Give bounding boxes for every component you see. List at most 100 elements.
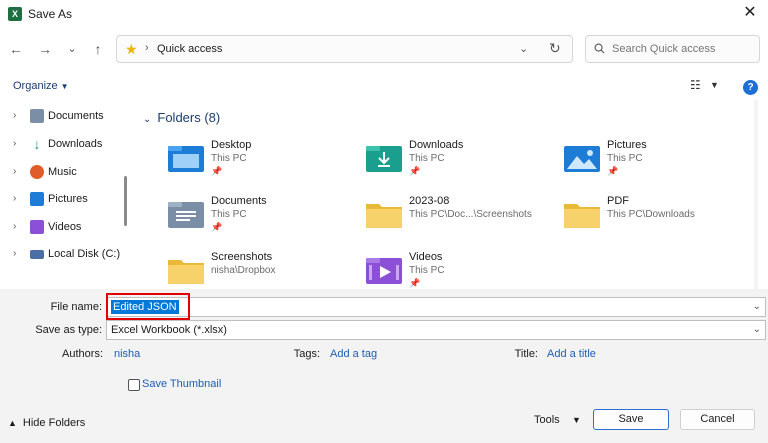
sidebar-item-label: Documents — [48, 110, 104, 122]
music-icon — [30, 165, 44, 179]
sidebar-item-local-disk[interactable]: › Local Disk (C:) — [0, 243, 125, 267]
folder-tile-videos[interactable]: Videos This PC 📌 — [365, 250, 560, 289]
folder-name: Screenshots — [211, 251, 273, 263]
save-as-type-select[interactable]: Excel Workbook (*.xlsx) ⌄ — [106, 320, 766, 340]
pin-icon: 📌 — [211, 222, 223, 232]
pictures-icon — [30, 192, 44, 206]
chevron-down-icon: ⌄ — [143, 114, 152, 125]
chevron-down-icon[interactable]: ⌄ — [753, 301, 761, 312]
folder-location: This PC — [409, 265, 445, 276]
add-title-link[interactable]: Add a title — [547, 348, 596, 360]
navigation-bar: ← → ⌄ ↑ ★ › Quick access ⌄ ↻ — [0, 30, 768, 68]
refresh-icon[interactable]: ↻ — [549, 40, 561, 57]
hide-folders-button[interactable]: ▲ Hide Folders — [8, 417, 85, 429]
folder-location: This PC — [607, 153, 643, 164]
filename-input[interactable]: Edited JSON ⌄ — [106, 297, 766, 317]
chevron-down-icon[interactable]: ⌄ — [753, 324, 761, 335]
title-bar: X Save As ✕ — [0, 0, 768, 28]
videos-folder-icon — [366, 258, 402, 284]
chevron-down-icon[interactable]: ⌄ — [519, 42, 528, 55]
sidebar-item-label: Music — [48, 166, 77, 178]
documents-folder-icon — [168, 202, 204, 228]
authors-value[interactable]: nisha — [114, 348, 140, 360]
search-box[interactable] — [585, 35, 760, 63]
window-title: Save As — [28, 7, 73, 21]
desktop-folder-icon — [168, 146, 204, 172]
content-scrollbar[interactable] — [754, 100, 758, 289]
folder-tile-downloads[interactable]: Downloads This PC 📌 — [365, 138, 560, 188]
up-button[interactable]: ↑ — [88, 39, 108, 59]
tools-button[interactable]: Tools — [534, 414, 560, 426]
excel-icon: X — [8, 7, 22, 21]
folder-name: Downloads — [409, 139, 464, 151]
folder-icon — [564, 204, 600, 228]
address-text: Quick access — [157, 43, 223, 55]
forward-button[interactable]: → — [35, 39, 55, 59]
chevron-right-icon[interactable]: › — [13, 248, 16, 259]
folder-tile-2023-08[interactable]: 2023-08 This PC\Doc...\Screenshots — [365, 194, 560, 244]
folder-view: ⌄ Folders (8) Desktop This PC 📌 Downloads… — [133, 100, 758, 289]
sidebar-item-pictures[interactable]: › Pictures — [0, 188, 125, 212]
chevron-right-icon: › — [145, 42, 149, 54]
organize-button[interactable]: Organize ▼ — [13, 80, 69, 92]
hide-folders-label: Hide Folders — [22, 417, 86, 429]
folder-name: PDF — [607, 195, 629, 207]
title-label: Title: — [514, 348, 538, 360]
organize-label: Organize — [13, 80, 58, 92]
folders-group-header[interactable]: ⌄ Folders (8) — [143, 110, 220, 125]
caret-down-icon[interactable]: ▼ — [710, 80, 719, 90]
chevron-right-icon[interactable]: › — [13, 193, 16, 204]
folder-location: This PC — [211, 209, 247, 220]
sidebar-item-documents[interactable]: › Documents — [0, 105, 125, 129]
pin-icon: 📌 — [409, 278, 421, 288]
back-button[interactable]: ← — [6, 39, 26, 59]
folder-location: This PC — [211, 153, 247, 164]
downloads-folder-icon — [366, 146, 402, 172]
folder-name: Documents — [211, 195, 267, 207]
search-icon — [594, 43, 605, 54]
sidebar-item-label: Pictures — [48, 193, 88, 205]
folder-icon — [366, 204, 402, 228]
folder-tile-documents[interactable]: Documents This PC 📌 — [167, 194, 362, 244]
sidebar-item-label: Videos — [48, 221, 82, 233]
caret-down-icon[interactable]: ▼ — [572, 415, 581, 425]
add-tag-link[interactable]: Add a tag — [330, 348, 377, 360]
sidebar-scrollbar[interactable] — [124, 176, 127, 226]
sidebar-item-music[interactable]: › Music — [0, 161, 125, 185]
filename-label: File name: — [50, 301, 102, 313]
sidebar-item-downloads[interactable]: › ↓ Downloads — [0, 133, 125, 157]
authors-label: Authors: — [62, 348, 103, 360]
recent-locations-button[interactable]: ⌄ — [62, 39, 82, 59]
chevron-right-icon[interactable]: › — [13, 138, 16, 149]
save-thumbnail-label[interactable]: Save Thumbnail — [142, 378, 221, 390]
save-as-type-value: Excel Workbook (*.xlsx) — [111, 324, 227, 336]
folder-location: This PC\Doc...\Screenshots — [409, 209, 532, 220]
close-button[interactable]: ✕ — [732, 0, 768, 28]
pin-icon: 📌 — [211, 166, 223, 176]
save-thumbnail-checkbox[interactable] — [128, 379, 140, 391]
save-button[interactable]: Save — [593, 409, 669, 430]
address-bar[interactable]: ★ › Quick access ⌄ ↻ — [116, 35, 573, 63]
pictures-folder-icon — [564, 146, 600, 172]
sidebar-item-videos[interactable]: › Videos — [0, 216, 125, 240]
folder-icon — [168, 260, 204, 284]
folder-name: Videos — [409, 251, 443, 263]
folder-tile-pdf[interactable]: PDF This PC\Downloads — [563, 194, 758, 244]
help-icon[interactable]: ? — [743, 80, 758, 95]
folder-name: 2023-08 — [409, 195, 450, 207]
folder-tile-screenshots[interactable]: Screenshots nisha\Dropbox — [167, 250, 362, 289]
folder-tile-pictures[interactable]: Pictures This PC 📌 — [563, 138, 758, 188]
folder-tile-desktop[interactable]: Desktop This PC 📌 — [167, 138, 362, 188]
chevron-right-icon[interactable]: › — [13, 166, 16, 177]
search-input[interactable] — [612, 41, 752, 57]
sidebar-item-label: Downloads — [48, 138, 103, 150]
star-icon: ★ — [125, 41, 138, 57]
folder-location: This PC\Downloads — [607, 209, 695, 220]
pin-icon: 📌 — [607, 166, 619, 176]
dialog-footer: ▲ Hide Folders Tools ▼ Save Cancel — [0, 399, 768, 443]
chevron-right-icon[interactable]: › — [13, 221, 16, 232]
sidebar-item-label: Local Disk (C:) — [48, 248, 121, 260]
cancel-button[interactable]: Cancel — [680, 409, 755, 430]
view-options-icon[interactable]: ☷ — [690, 78, 701, 92]
chevron-right-icon[interactable]: › — [13, 110, 16, 121]
